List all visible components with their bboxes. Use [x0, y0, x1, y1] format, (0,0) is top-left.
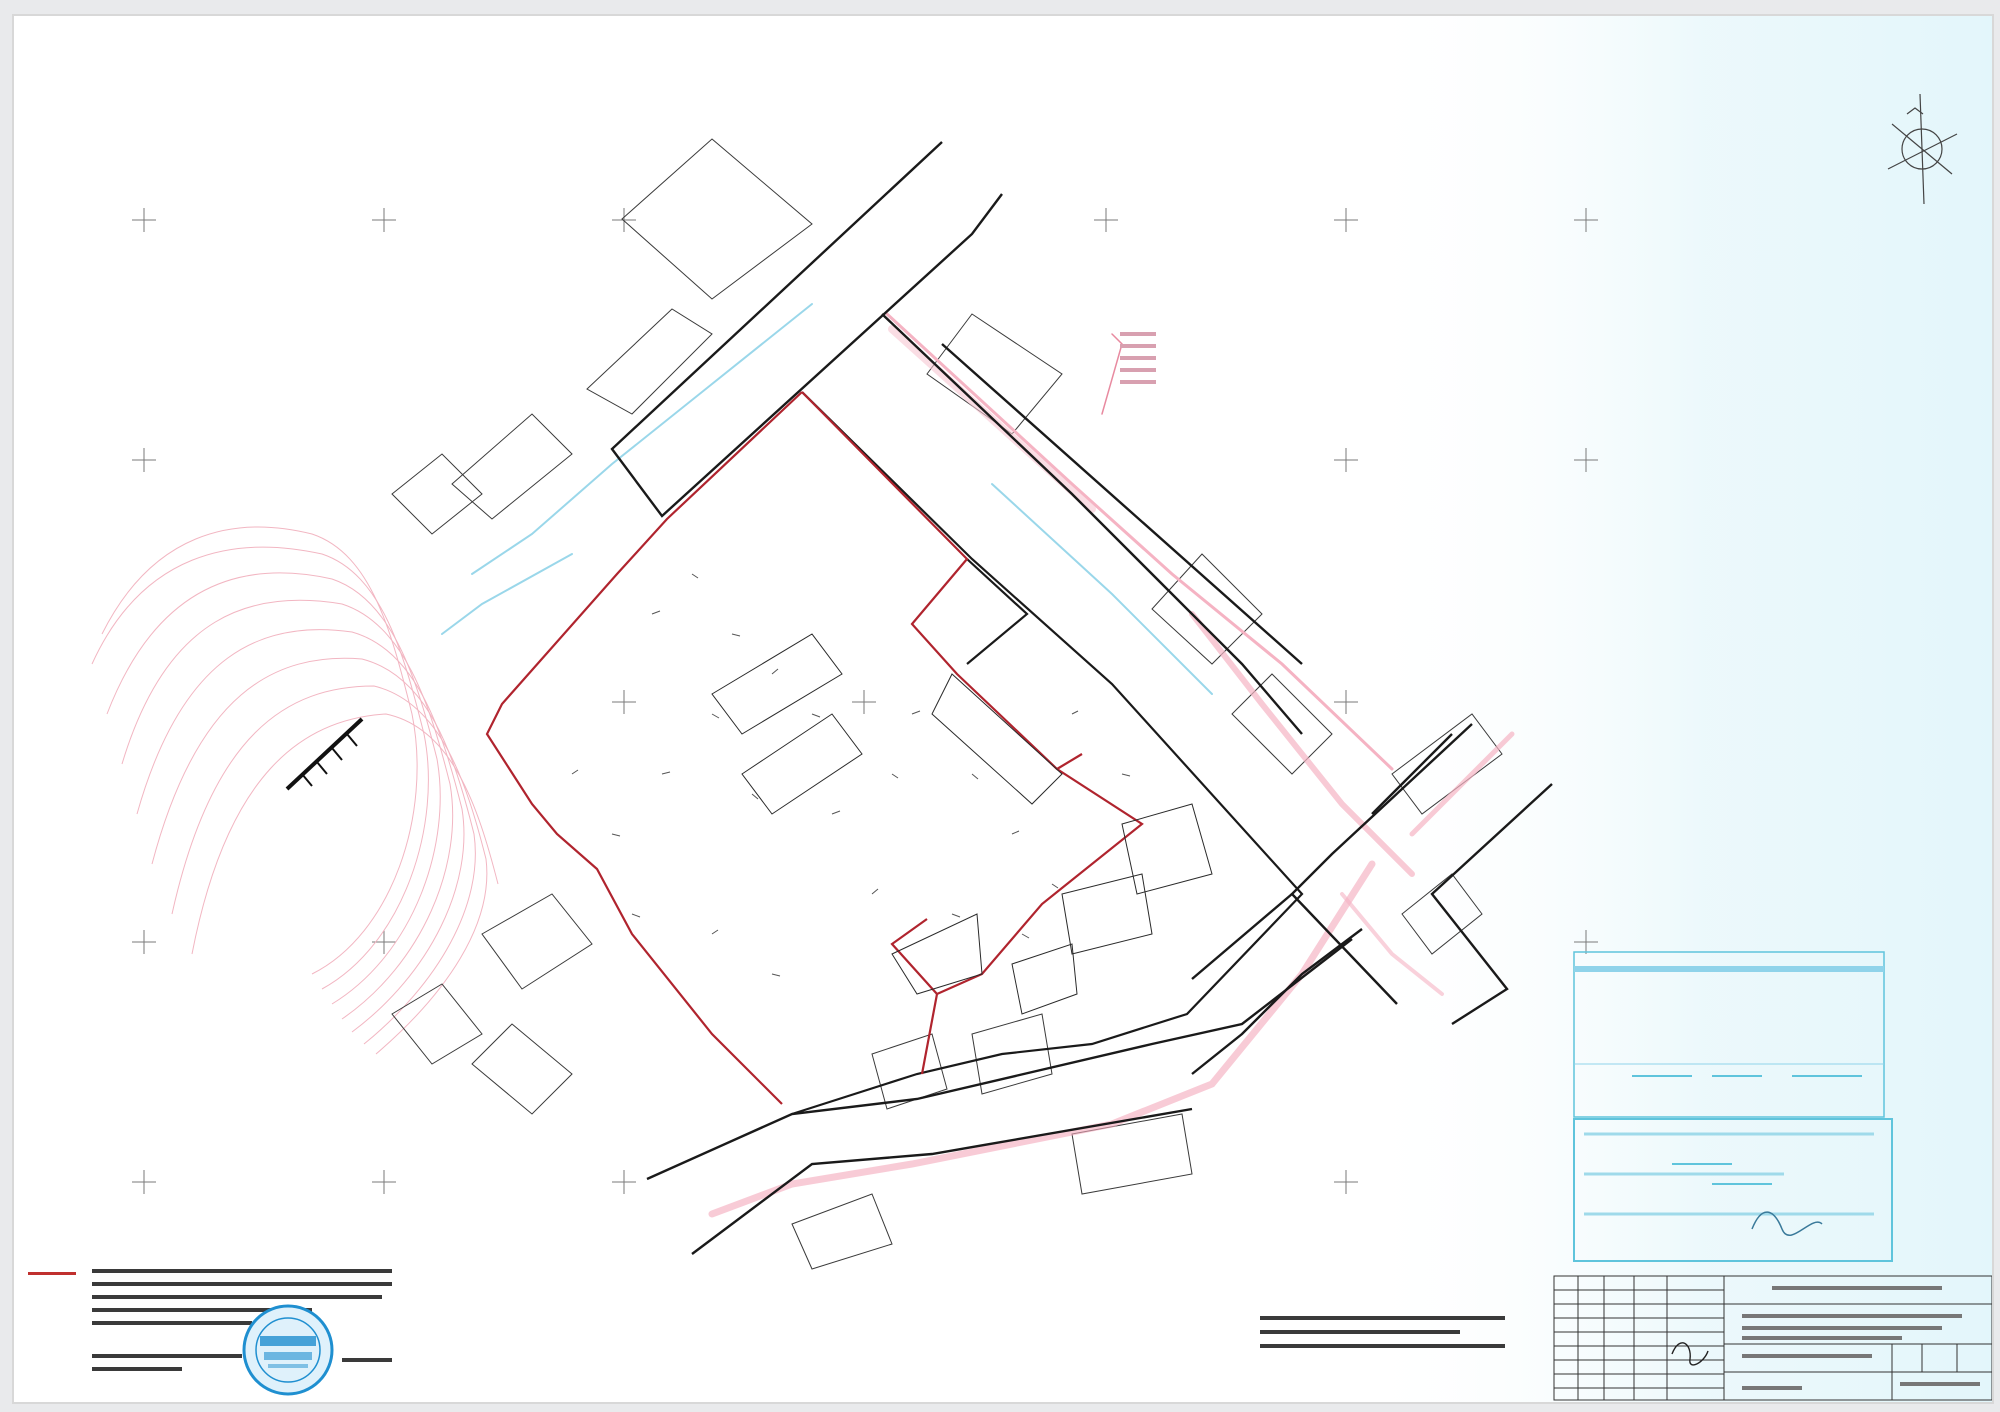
drawing-sheet	[12, 14, 1994, 1404]
sheet-border	[12, 14, 1994, 1404]
